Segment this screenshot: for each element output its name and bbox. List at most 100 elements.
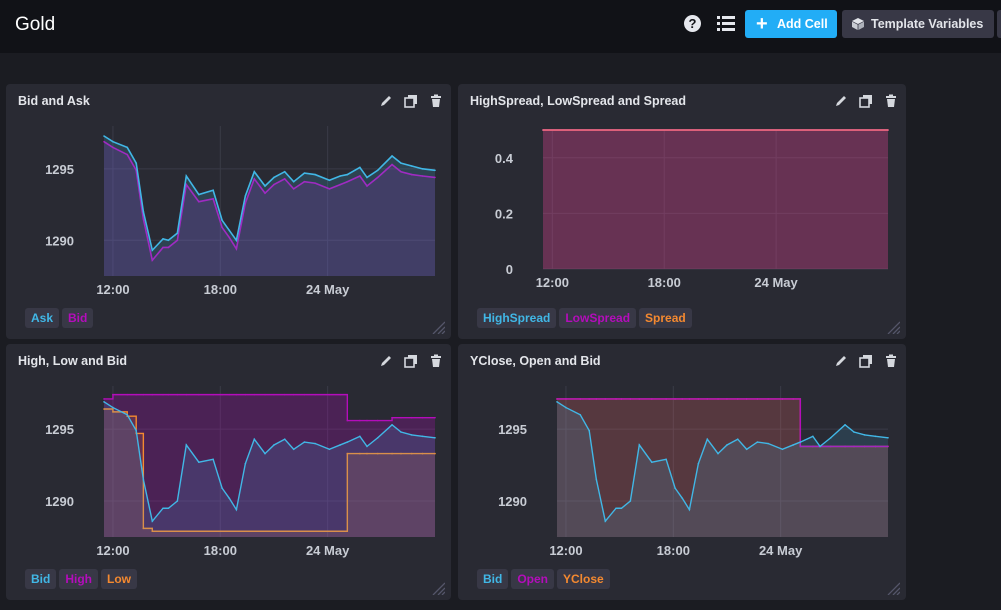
data-point (665, 458, 667, 461)
legend-item-lowspread[interactable]: LowSpread (559, 308, 637, 328)
data-point (391, 416, 393, 419)
resize-handle-icon[interactable] (886, 320, 900, 334)
legend: HighSpread LowSpread Spread (477, 308, 695, 328)
data-point (283, 170, 286, 173)
data-point (292, 448, 295, 451)
legend-item-spread[interactable]: Spread (639, 308, 692, 328)
data-point (736, 438, 739, 441)
data-point (615, 507, 617, 510)
legend-item-low[interactable]: Low (101, 569, 138, 589)
data-point (314, 173, 316, 176)
plus-icon: + (756, 13, 768, 35)
data-point (167, 239, 170, 242)
duplicate-icon[interactable] (859, 354, 873, 368)
data-point (844, 424, 846, 426)
legend-item-bid[interactable]: Bid (62, 308, 94, 328)
data-point (629, 398, 632, 400)
x-tick-label: 24 May (754, 275, 798, 290)
data-point (339, 175, 341, 177)
duplicate-icon[interactable] (404, 354, 418, 368)
chart-yclose-open-bid[interactable]: 1295 1290 12:00 18:00 24 May (458, 344, 906, 600)
data-point (283, 438, 286, 441)
data-point (736, 398, 739, 400)
data-point (162, 238, 164, 240)
data-point (328, 179, 331, 182)
page-title: Gold (15, 14, 56, 35)
data-point (781, 398, 784, 400)
data-point (185, 444, 188, 446)
data-point (264, 452, 266, 455)
legend-item-highspread[interactable]: HighSpread (477, 308, 557, 328)
cell-spread[interactable]: HighSpread, LowSpread and Spread 0.4 0.2 0… (458, 84, 906, 339)
legend-item-high[interactable]: High (59, 569, 99, 589)
data-point (706, 438, 709, 441)
x-tick-label: 12:00 (96, 543, 129, 558)
pencil-icon[interactable] (379, 94, 393, 108)
data-point (235, 393, 238, 396)
data-point (151, 393, 154, 396)
trash-icon[interactable] (884, 354, 898, 368)
cell-yclose-open-bid[interactable]: YClose, Open and Bid 1295 1290 12:00 18:00 2… (458, 344, 906, 600)
template-variables-button[interactable]: Template Variables (842, 10, 994, 38)
data-point (328, 393, 331, 396)
data-point (346, 419, 349, 422)
data-point (697, 398, 700, 400)
data-point (681, 497, 684, 499)
data-point (264, 185, 266, 187)
cell-high-low-bid[interactable]: High, Low and Bid 1295 1290 12:00 18:00 24 M… (6, 344, 451, 600)
data-point (283, 393, 286, 396)
data-point (112, 406, 114, 409)
chart-spread[interactable]: 0.4 0.2 0 12:00 18:00 24 May (458, 84, 906, 339)
y-tick-label: 0.4 (495, 151, 514, 166)
y-tick-label: 1295 (498, 422, 527, 437)
data-point (126, 146, 129, 149)
legend-item-bid[interactable]: Bid (25, 569, 57, 589)
duplicate-icon[interactable] (404, 94, 418, 108)
pencil-icon[interactable] (834, 94, 848, 108)
data-point (756, 441, 759, 443)
legend-item-bid[interactable]: Bid (477, 569, 509, 589)
data-point (221, 219, 223, 222)
legend-item-ask[interactable]: Ask (25, 308, 60, 328)
resize-handle-icon[interactable] (431, 581, 445, 595)
data-point (235, 239, 238, 242)
legend-item-open[interactable]: Open (511, 569, 555, 589)
data-point (556, 401, 558, 403)
data-point (595, 478, 598, 481)
data-point (620, 398, 623, 400)
list-icon[interactable] (717, 15, 735, 32)
trash-icon[interactable] (884, 94, 898, 108)
resize-handle-icon[interactable] (886, 581, 900, 595)
duplicate-icon[interactable] (859, 94, 873, 108)
resize-handle-icon[interactable] (431, 320, 445, 334)
cell-bid-and-ask[interactable]: Bid and Ask 1295 1290 12:00 18:00 24 May Ask… (6, 84, 451, 339)
data-point (819, 445, 821, 448)
data-point (595, 398, 598, 400)
chart-bid-and-ask[interactable]: 1295 1290 12:00 18:00 24 May (6, 84, 451, 339)
data-point (588, 398, 591, 400)
trash-icon[interactable] (429, 94, 443, 108)
pencil-icon[interactable] (834, 354, 848, 368)
data-point (135, 393, 138, 396)
legend-item-yclose[interactable]: YClose (557, 569, 610, 589)
data-point (767, 398, 769, 400)
data-point (303, 441, 306, 443)
help-icon[interactable]: ? (684, 15, 701, 32)
data-point (151, 520, 154, 522)
data-point (792, 398, 794, 400)
x-tick-label: 18:00 (648, 275, 681, 290)
data-point (366, 419, 368, 422)
data-point (376, 419, 379, 422)
trash-icon[interactable] (429, 354, 443, 368)
add-cell-button[interactable]: + Add Cell (745, 10, 837, 38)
data-point (400, 431, 402, 433)
data-point (665, 398, 667, 400)
chart-high-low-bid[interactable]: 1295 1290 12:00 18:00 24 May (6, 344, 451, 600)
data-point (228, 393, 231, 396)
data-point (565, 398, 567, 400)
data-point (253, 438, 256, 441)
data-point (103, 135, 105, 137)
overflow-button[interactable] (997, 10, 1001, 38)
pencil-icon[interactable] (379, 354, 393, 368)
data-point (812, 435, 814, 438)
